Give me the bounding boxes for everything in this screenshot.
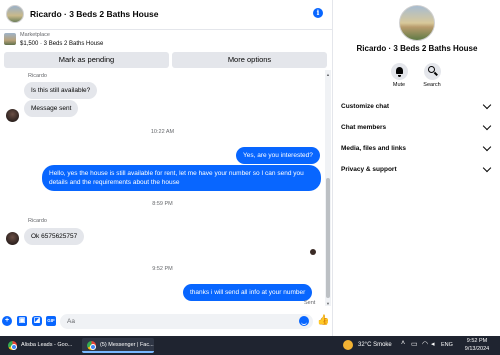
message-timestamp: 8:59 PM — [152, 201, 173, 207]
incoming-message[interactable]: Message sent — [24, 100, 79, 117]
image-icon[interactable]: ▣ — [17, 316, 27, 326]
clock-time[interactable]: 9:52 PM — [456, 338, 498, 344]
message-input[interactable] — [60, 314, 313, 329]
volume-icon[interactable]: ◂ — [431, 340, 435, 348]
emoji-icon[interactable] — [299, 316, 309, 326]
taskbar-app-label: Alisba Leads - Goo... — [21, 342, 73, 348]
more-options-button[interactable]: More options — [172, 52, 327, 68]
mute-label: Mute — [392, 82, 406, 88]
sender-name: Ricardo — [28, 73, 47, 79]
weather-icon[interactable] — [343, 340, 353, 350]
sender-avatar[interactable] — [6, 232, 19, 245]
seen-indicator-avatar — [310, 249, 316, 255]
wifi-icon[interactable]: ◠ — [422, 340, 428, 348]
messenger-window: Ricardo · 3 Beds 2 Baths House i Marketp… — [0, 0, 500, 336]
mark-as-pending-button[interactable]: Mark as pending — [4, 52, 169, 68]
outgoing-message[interactable]: Hello, yes the house is still available … — [42, 165, 321, 191]
network-icon[interactable]: ▭ — [411, 340, 418, 348]
search-label: Search — [423, 82, 441, 88]
sender-avatar[interactable] — [6, 109, 19, 122]
listing-thumbnail[interactable] — [4, 33, 16, 45]
outgoing-message[interactable]: thanks i will send all info at your numb… — [183, 284, 313, 301]
contact-avatar-large[interactable] — [399, 5, 435, 41]
info-icon[interactable]: i — [313, 8, 323, 18]
section-customize-chat[interactable]: Customize chat — [341, 103, 389, 110]
language-indicator[interactable]: ENG — [441, 342, 453, 348]
scroll-down-arrow-icon[interactable]: ▼ — [326, 301, 330, 306]
search-icon — [428, 66, 435, 73]
chat-title[interactable]: Ricardo · 3 Beds 2 Baths House — [30, 9, 158, 19]
incoming-message[interactable]: Ok 6575625757 — [24, 228, 85, 245]
message-timestamp: 9:52 PM — [152, 266, 173, 272]
sent-status: Sent — [304, 300, 316, 306]
contact-name: Ricardo · 3 Beds 2 Baths House — [356, 44, 478, 53]
chrome-icon — [8, 341, 17, 350]
message-input-placeholder[interactable]: Aa — [67, 318, 75, 325]
listing-price-title[interactable]: $1,500 · 3 Beds 2 Baths House — [20, 41, 103, 47]
section-privacy-support[interactable]: Privacy & support — [341, 166, 397, 173]
scroll-up-arrow-icon[interactable]: ▲ — [326, 72, 330, 77]
message-timestamp: 10:22 AM — [150, 129, 175, 135]
chevron-up-icon[interactable]: ˄ — [401, 340, 405, 347]
taskbar-app-label: (5) Messenger | Fac... — [100, 342, 154, 348]
clock-date[interactable]: 9/13/2024 — [456, 346, 498, 352]
outgoing-message[interactable]: Yes, are you interested? — [236, 147, 320, 164]
plus-icon[interactable]: + — [2, 316, 12, 326]
section-media-files-links[interactable]: Media, files and links — [341, 145, 406, 152]
contact-avatar[interactable] — [6, 5, 24, 23]
marketplace-label: Marketplace — [20, 32, 50, 38]
sticker-icon[interactable]: ◪ — [32, 316, 42, 326]
mute-button[interactable] — [391, 63, 408, 80]
section-chat-members[interactable]: Chat members — [341, 124, 386, 131]
like-icon[interactable]: 👍 — [317, 315, 329, 327]
search-button[interactable] — [424, 63, 441, 80]
sender-name: Ricardo — [28, 218, 47, 224]
chrome-icon — [87, 341, 96, 350]
incoming-message[interactable]: Is this still available? — [24, 82, 98, 99]
scrollbar-thumb[interactable] — [326, 178, 330, 298]
weather-status[interactable]: 32°C Smoke — [358, 342, 392, 348]
bell-icon — [396, 67, 403, 77]
gif-icon[interactable]: GIF — [46, 316, 56, 326]
